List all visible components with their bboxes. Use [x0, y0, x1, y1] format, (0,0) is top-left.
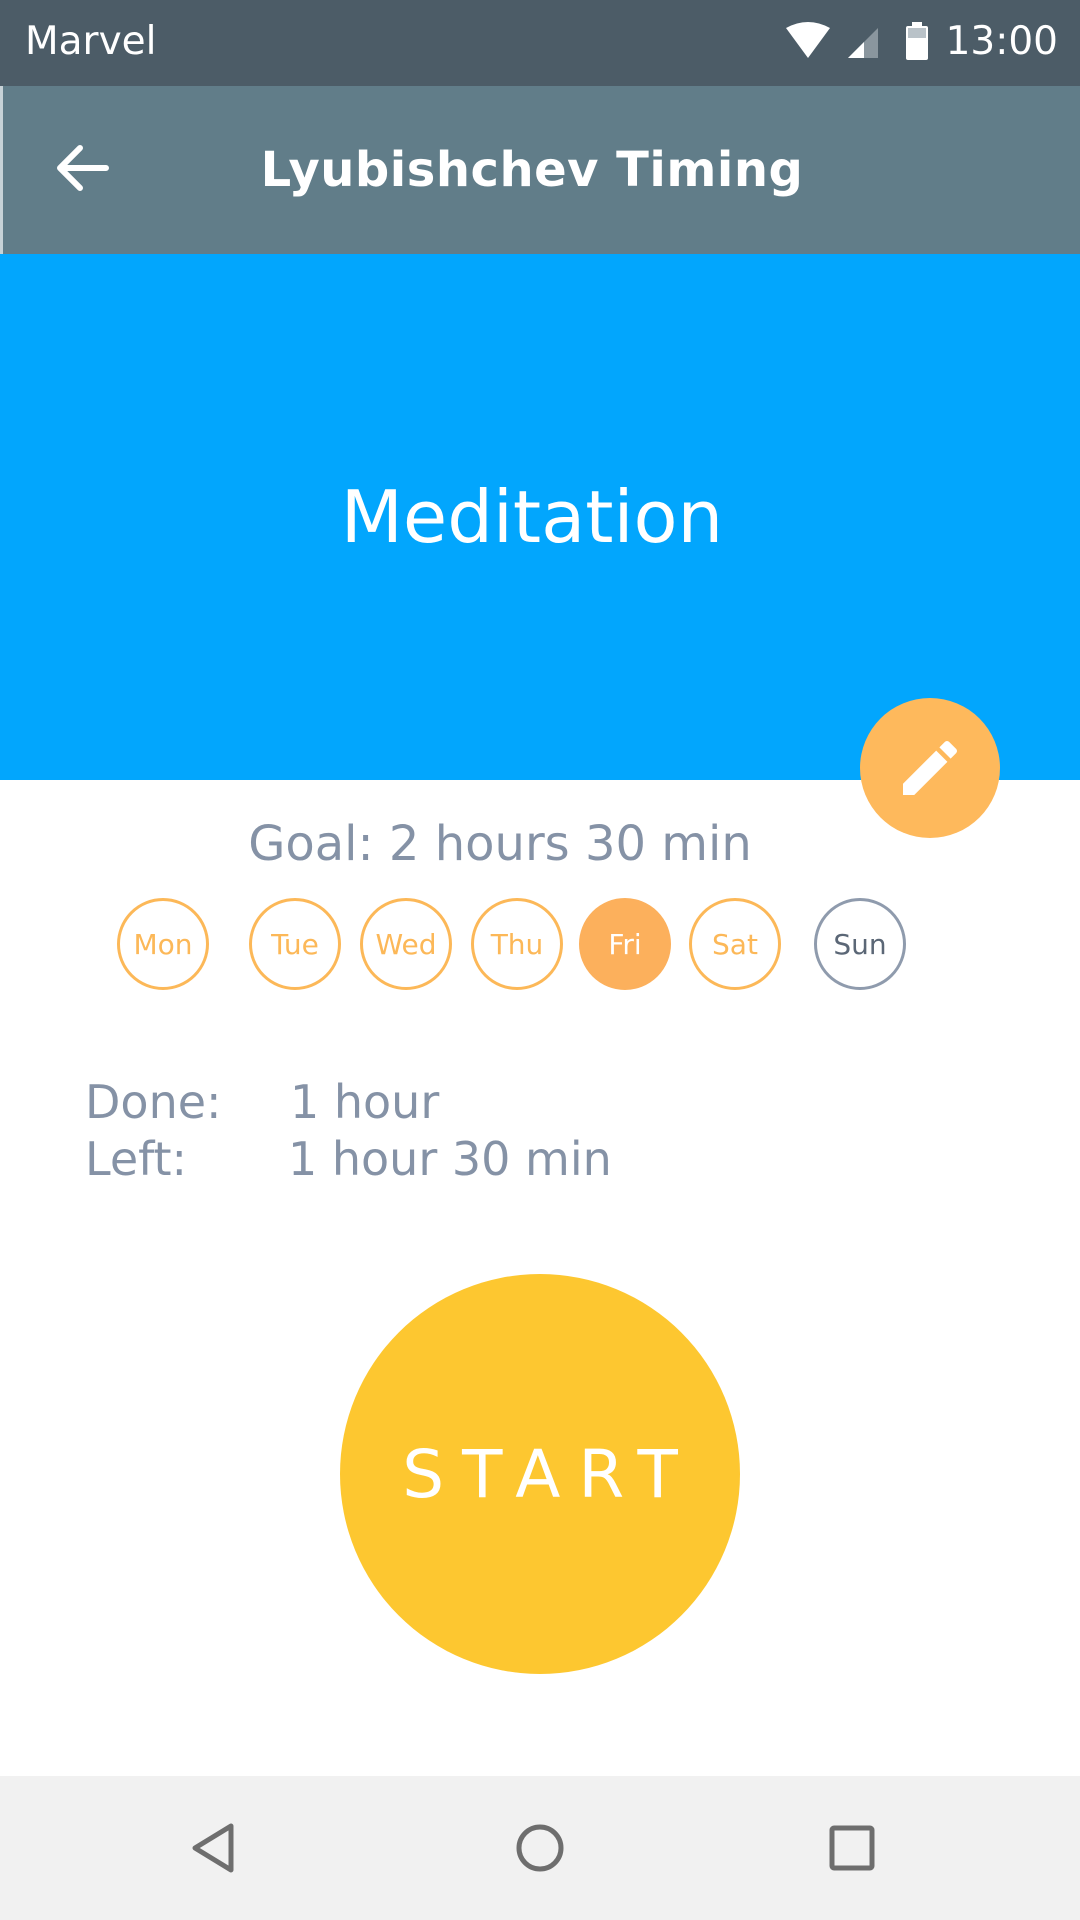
- left-label: Left:: [85, 1132, 188, 1186]
- day-sat[interactable]: Sat: [689, 898, 781, 990]
- status-icons-svg: [786, 22, 928, 60]
- system-nav-bar: [0, 1776, 1080, 1920]
- goal-text: Goal: 2 hours 30 min: [248, 816, 752, 872]
- left-value: 1 hour 30 min: [288, 1132, 612, 1186]
- day-tue[interactable]: Tue: [249, 898, 341, 990]
- cellular-signal-icon: [848, 28, 878, 58]
- pencil-icon: [903, 740, 958, 795]
- day-label: Sat: [712, 927, 758, 961]
- done-value: 1 hour: [290, 1075, 440, 1129]
- recents-square-icon: [829, 1825, 875, 1871]
- day-label: Thu: [490, 927, 544, 961]
- activity-name: Meditation: [340, 475, 724, 559]
- page-title: Lyubishchev Timing: [260, 142, 804, 198]
- day-thu[interactable]: Thu: [471, 898, 563, 990]
- done-label: Done:: [85, 1075, 222, 1129]
- back-triangle-icon: [192, 1823, 234, 1873]
- day-fri[interactable]: Fri: [579, 898, 671, 990]
- nav-back-button[interactable]: [163, 1798, 263, 1898]
- nav-recents-button[interactable]: [802, 1798, 902, 1898]
- day-label: Wed: [375, 927, 437, 961]
- day-label: Tue: [271, 927, 319, 961]
- day-label: Fri: [608, 927, 642, 961]
- start-button[interactable]: START: [340, 1274, 740, 1674]
- day-label: Mon: [133, 927, 193, 961]
- app-bar: Lyubishchev Timing: [0, 86, 1080, 254]
- battery-icon: [906, 22, 928, 60]
- screen: Marvel 13:00 Lyubishchev Timing Meditati…: [0, 0, 1080, 1920]
- home-circle-icon: [516, 1824, 564, 1872]
- wifi-icon: [786, 22, 830, 58]
- back-button[interactable]: [40, 126, 124, 210]
- day-label: Sun: [833, 927, 887, 961]
- start-label: START: [402, 1435, 696, 1513]
- arrow-left-icon: [57, 145, 109, 191]
- status-bar: Marvel 13:00: [0, 0, 1080, 86]
- day-wed[interactable]: Wed: [360, 898, 452, 990]
- carrier-name: Marvel: [25, 19, 157, 64]
- nav-home-button[interactable]: [490, 1798, 590, 1898]
- day-sun[interactable]: Sun: [814, 898, 906, 990]
- status-time: 13:00: [945, 19, 1058, 64]
- day-mon[interactable]: Mon: [117, 898, 209, 990]
- status-icons: [786, 22, 946, 64]
